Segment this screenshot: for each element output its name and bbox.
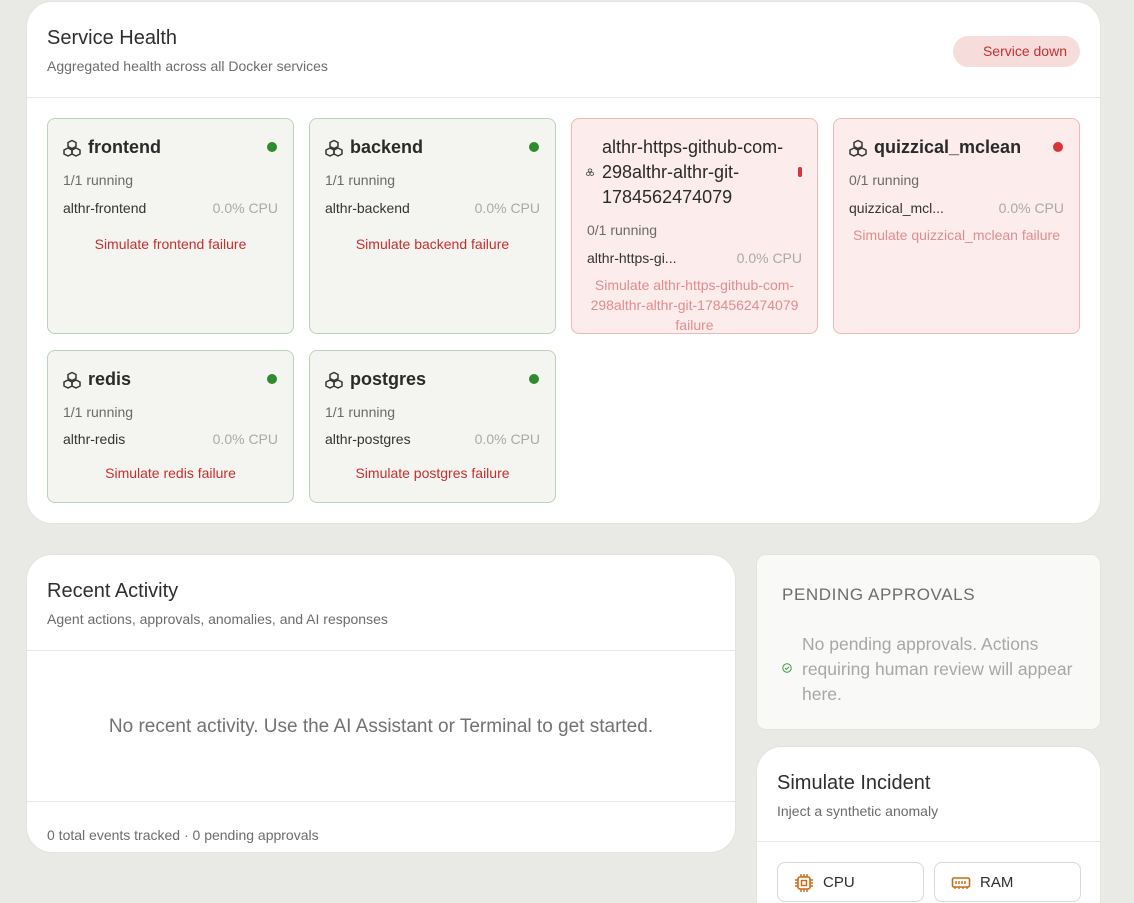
recent-activity-title: Recent Activity	[47, 580, 179, 602]
service-card-redis: redis 1/1 running althr-redis 0.0% CPU S…	[47, 350, 294, 503]
simulate-incident-panel: Simulate Incident Inject a synthetic ano…	[756, 746, 1101, 903]
service-name: quizzical_mclean	[874, 137, 1022, 157]
status-dot-ok	[529, 374, 539, 384]
container-name: althr-https-gi...	[587, 250, 677, 266]
recent-activity-panel: Recent Activity Agent actions, approvals…	[26, 554, 736, 853]
containers-icon	[63, 139, 81, 157]
status-dot-ok	[267, 142, 277, 152]
container-name: althr-redis	[63, 431, 126, 447]
cpu-usage: 0.0% CPU	[212, 200, 278, 216]
simulate-ram-label: RAM	[980, 873, 1014, 891]
service-card-quizzical-mclean: quizzical_mclean 0/1 running quizzical_m…	[833, 118, 1080, 334]
cpu-usage: 0.0% CPU	[474, 200, 540, 216]
service-running-count: 1/1 running	[63, 404, 134, 420]
service-running-count: 1/1 running	[325, 404, 396, 420]
service-name: postgres	[350, 369, 427, 389]
service-health-subtitle: Aggregated health across all Docker serv…	[47, 58, 328, 74]
service-card-althr-git: althr-https-github-com-298althr-althr-gi…	[571, 118, 818, 334]
service-card-backend: backend 1/1 running althr-backend 0.0% C…	[309, 118, 556, 334]
recent-activity-empty-message: No recent activity. Use the AI Assistant…	[108, 716, 654, 737]
containers-icon	[325, 139, 343, 157]
status-dot-ok	[529, 142, 539, 152]
service-health-title: Service Health	[47, 27, 178, 49]
simulate-failure-button-backend[interactable]: Simulate backend failure	[320, 234, 545, 254]
simulate-cpu-label: CPU	[823, 873, 855, 891]
containers-icon	[586, 168, 594, 176]
recent-activity-footer: 0 total events tracked · 0 pending appro…	[47, 827, 319, 843]
cpu-usage: 0.0% CPU	[212, 431, 278, 447]
containers-icon	[325, 371, 343, 389]
simulate-failure-button-althr-git[interactable]: Simulate althr-https-github-com-298althr…	[582, 275, 807, 335]
service-name: althr-https-github-com-298althr-althr-gi…	[602, 137, 784, 207]
service-name: redis	[88, 369, 132, 389]
status-dot-down	[798, 167, 802, 177]
service-running-count: 1/1 running	[325, 172, 396, 188]
simulate-failure-button-frontend[interactable]: Simulate frontend failure	[58, 234, 283, 254]
memory-stick-icon	[951, 877, 971, 889]
cpu-usage: 0.0% CPU	[998, 200, 1064, 216]
service-health-header: Service Health Aggregated health across …	[27, 2, 1100, 98]
cpu-usage: 0.0% CPU	[736, 250, 802, 266]
container-name: althr-backend	[325, 200, 410, 216]
status-dot-ok	[267, 374, 277, 384]
pending-approvals-empty-message: No pending approvals. Actions requiring …	[802, 634, 1073, 704]
simulate-failure-button-postgres[interactable]: Simulate postgres failure	[320, 463, 545, 483]
simulate-ram-button[interactable]: RAM	[934, 862, 1081, 902]
pending-approvals-panel: PENDING APPROVALS No pending approvals. …	[756, 554, 1101, 730]
containers-icon	[63, 371, 81, 389]
status-dot-down	[1053, 142, 1063, 152]
simulate-incident-header: Simulate Incident Inject a synthetic ano…	[757, 747, 1100, 842]
recent-activity-header: Recent Activity Agent actions, approvals…	[27, 555, 735, 651]
service-running-count: 0/1 running	[849, 172, 920, 188]
service-running-count: 1/1 running	[63, 172, 134, 188]
simulate-cpu-button[interactable]: CPU	[777, 862, 924, 902]
service-health-panel: Service Health Aggregated health across …	[26, 1, 1101, 524]
service-running-count: 0/1 running	[587, 222, 658, 238]
service-name: backend	[350, 137, 424, 157]
service-card-postgres: postgres 1/1 running althr-postgres 0.0%…	[309, 350, 556, 503]
container-name: althr-frontend	[63, 200, 147, 216]
simulate-incident-title: Simulate Incident	[777, 772, 931, 794]
pending-approvals-title: PENDING APPROVALS	[782, 585, 976, 604]
check-circle-icon	[782, 663, 792, 673]
recent-activity-subtitle: Agent actions, approvals, anomalies, and…	[47, 611, 388, 627]
status-badge: Service down	[952, 36, 1080, 67]
container-name: quizzical_mcl...	[849, 200, 944, 216]
simulate-failure-button-quizzical-mclean[interactable]: Simulate quizzical_mclean failure	[844, 225, 1069, 245]
containers-icon	[849, 139, 867, 157]
service-name: frontend	[88, 137, 161, 157]
simulate-incident-subtitle: Inject a synthetic anomaly	[777, 803, 939, 819]
container-name: althr-postgres	[325, 431, 411, 447]
simulate-failure-button-redis[interactable]: Simulate redis failure	[58, 463, 283, 483]
divider	[27, 801, 735, 802]
cpu-chip-icon	[795, 874, 813, 892]
service-card-frontend: frontend 1/1 running althr-frontend 0.0%…	[47, 118, 294, 334]
cpu-usage: 0.0% CPU	[474, 431, 540, 447]
